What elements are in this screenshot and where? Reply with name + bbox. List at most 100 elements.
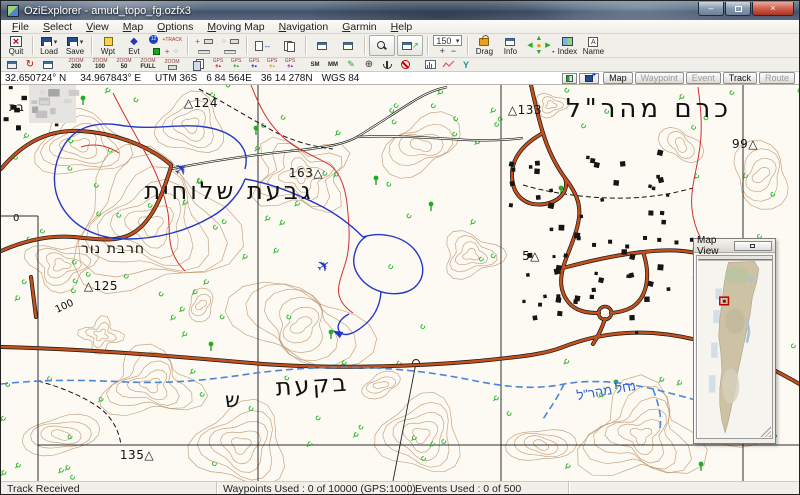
menu-navigation[interactable]: Navigation (272, 21, 336, 33)
rotate-button[interactable]: ↻ (22, 58, 38, 71)
gps-events-button[interactable]: GPS +▪ (264, 58, 280, 71)
profile-button[interactable] (440, 58, 456, 71)
map-view-body[interactable] (696, 255, 773, 439)
menu-garmin[interactable]: Garmin (335, 21, 383, 33)
track-tools[interactable]: 12 +TRACK + ○ (147, 35, 184, 56)
moving-map-button[interactable]: MM (325, 58, 341, 71)
window-title: OziExplorer - amud_topo_fg.ozfx3 (24, 4, 191, 17)
map-view-restore-button[interactable] (733, 240, 772, 251)
event-button[interactable]: ◆ Evt (121, 35, 147, 56)
pan-arrows-icon: ↔ (263, 41, 272, 50)
zoom-in-button[interactable]: + (437, 47, 448, 56)
separator (91, 36, 92, 55)
gps-all-button[interactable]: GPS +▪ (282, 58, 298, 71)
index-button[interactable]: Index (554, 35, 580, 56)
datum-value: WGS 84 (321, 72, 360, 84)
stop-gps-button[interactable] (397, 58, 413, 71)
load-dropdown-icon[interactable]: ▾ (54, 38, 58, 46)
zoom-combo[interactable]: 150 ▾ (433, 35, 463, 46)
quit-button[interactable]: × Quit (3, 35, 29, 56)
spot-height-135: 135△ (120, 448, 154, 462)
building-shape (674, 240, 679, 245)
map-canvas[interactable]: ✈ ✈ △124 △133 163△ 99△ △125 5△ 135△ 100 … (1, 85, 800, 481)
zoom-dropdown-icon[interactable]: ▾ (456, 37, 460, 45)
zoom-full-button[interactable]: ZOOM FULL (137, 58, 159, 71)
chart-button[interactable] (422, 58, 438, 71)
mode-track-button[interactable]: Track (722, 72, 757, 84)
zoom-100-button[interactable]: ZOOM 100 (89, 58, 111, 71)
menu-view[interactable]: View (79, 21, 116, 33)
zoom-out-button[interactable]: − (448, 47, 459, 56)
grid-toggle-button[interactable] (562, 72, 578, 84)
send-map-button[interactable]: ↗ (397, 35, 424, 56)
contour-line (392, 412, 445, 461)
shrub-icon (564, 87, 570, 93)
contour-line (40, 425, 82, 445)
mode-event-button[interactable]: Event (685, 72, 721, 84)
map-view-titlebar[interactable]: Map View (694, 235, 775, 257)
status-track: Track Received (1, 482, 217, 494)
pan-right-icon[interactable]: ▶ (545, 42, 550, 49)
show-meter-icon (224, 49, 237, 54)
print-button[interactable] (4, 58, 20, 71)
save-disk-icon (66, 37, 78, 46)
mode-route-button[interactable]: Route (758, 72, 795, 84)
show-tracks-toggle[interactable]: ○ (217, 35, 243, 56)
window-layout-button[interactable] (309, 35, 335, 56)
ruler-button[interactable] (335, 35, 361, 56)
load-button[interactable]: ▾ Load (36, 35, 62, 56)
anchor-button[interactable] (379, 58, 395, 71)
zoom-50-button[interactable]: ZOOM 50 (113, 58, 135, 71)
map-view-panel[interactable]: Map View (693, 235, 776, 444)
pan-down-icon[interactable]: ▼ (535, 49, 542, 56)
pan-left-icon[interactable]: ◀ (527, 42, 532, 49)
menu-map[interactable]: Map (116, 21, 150, 33)
minimize-button[interactable]: – (698, 2, 724, 16)
waypoint-button[interactable]: Wpt (95, 35, 121, 56)
pan-center-icon[interactable]: ● (536, 42, 541, 50)
contour-layer (21, 90, 789, 481)
pan-mode-button[interactable]: ↔ (250, 35, 276, 56)
maximize-button[interactable] (725, 2, 751, 16)
topo-map[interactable]: ✈ ✈ △124 △133 163△ 99△ △125 5△ 135△ 100 … (1, 85, 800, 481)
zoom-window-button[interactable]: ZOOM (161, 58, 183, 71)
title-bar[interactable]: OziExplorer - amud_topo_fg.ozfx3 – × (1, 1, 799, 20)
contour-line (617, 418, 662, 455)
menu-moving-map[interactable]: Moving Map (200, 21, 271, 33)
contour-line (93, 328, 109, 342)
layers-button[interactable] (192, 58, 208, 71)
blurred-patch-block (48, 89, 60, 97)
magnify-button[interactable] (369, 35, 396, 56)
map-window-button[interactable] (40, 58, 56, 71)
menu-file[interactable]: File (5, 21, 36, 33)
show-waypoints-toggle[interactable]: + (191, 35, 217, 56)
mode-map-button[interactable]: Map (603, 72, 633, 84)
single-map-button[interactable]: SM (307, 58, 323, 71)
bar-chart-icon (424, 60, 436, 69)
antenna-button[interactable]: Y (458, 58, 474, 71)
separator (427, 36, 429, 55)
track-draw-button[interactable]: ✎ (343, 58, 359, 71)
zoom-200-button[interactable]: ZOOM 200 (65, 58, 87, 71)
grid-icon (566, 74, 574, 82)
name-button[interactable]: A Name (580, 35, 606, 56)
menu-select[interactable]: Select (36, 21, 79, 33)
position-button[interactable]: ⊕ (361, 58, 377, 71)
gps-tracks-button[interactable]: GPS +▪ (228, 58, 244, 71)
close-button[interactable]: × (752, 2, 794, 16)
separator (467, 36, 469, 55)
save-dropdown-icon[interactable]: ▾ (80, 38, 84, 46)
drag-button[interactable]: Drag (471, 34, 497, 56)
pages-button[interactable] (276, 35, 302, 56)
info-button[interactable]: Info (497, 35, 523, 56)
gps-waypoints-button[interactable]: GPS +▪ (210, 58, 226, 71)
shrub-icon (85, 271, 91, 277)
menu-help[interactable]: Help (384, 21, 420, 33)
mode-waypoint-button[interactable]: Waypoint (634, 72, 684, 84)
save-position-button[interactable] (579, 72, 600, 84)
save-button[interactable]: ▾ Save (62, 35, 88, 56)
gps-routes-button[interactable]: GPS +▪ (246, 58, 262, 71)
resize-grip[interactable] (759, 425, 772, 438)
main-toolbar: × Quit ▾ Load ▾ Save Wpt ◆ Evt 12 +TRACK… (1, 34, 799, 58)
pan-pad[interactable]: ▲ ◀ ● ▶ ▼ • (523, 35, 554, 56)
